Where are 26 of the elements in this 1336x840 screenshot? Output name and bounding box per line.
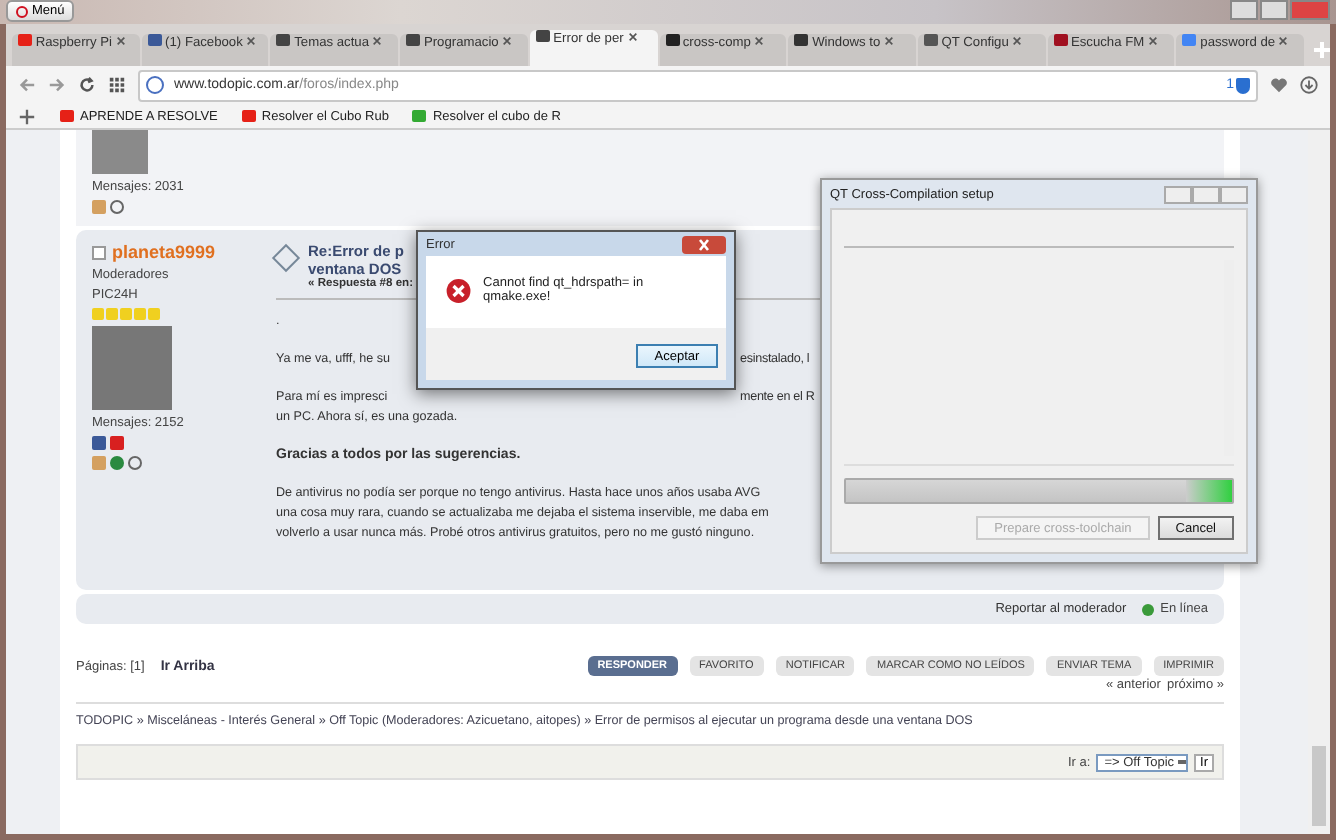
site-icon [406, 34, 421, 46]
site-icon [665, 34, 680, 46]
reload-icon[interactable] [78, 76, 96, 94]
download-icon[interactable] [1300, 76, 1318, 94]
site-icon [147, 34, 162, 46]
topic-icon [271, 243, 301, 273]
avatar-placeholder [92, 326, 172, 410]
site-icon [535, 30, 550, 42]
error-icon [446, 277, 472, 303]
site-icon [923, 34, 938, 46]
site-icon [1182, 34, 1197, 46]
message-icon[interactable] [128, 456, 142, 470]
back-icon[interactable] [18, 76, 36, 94]
forward-icon[interactable] [48, 76, 66, 94]
site-icon [1053, 34, 1068, 46]
site-icon [794, 34, 809, 46]
site-icon [18, 34, 32, 46]
heart-icon[interactable] [1270, 76, 1288, 94]
add-bookmark-icon[interactable] [18, 107, 36, 125]
grid-icon[interactable] [108, 76, 126, 94]
site-icon [276, 34, 291, 46]
globe-icon[interactable] [110, 456, 124, 470]
avatar-placeholder [92, 130, 148, 174]
message-icon[interactable] [110, 200, 124, 214]
status-icon [1142, 603, 1155, 615]
new-tab-icon[interactable] [1314, 42, 1331, 58]
